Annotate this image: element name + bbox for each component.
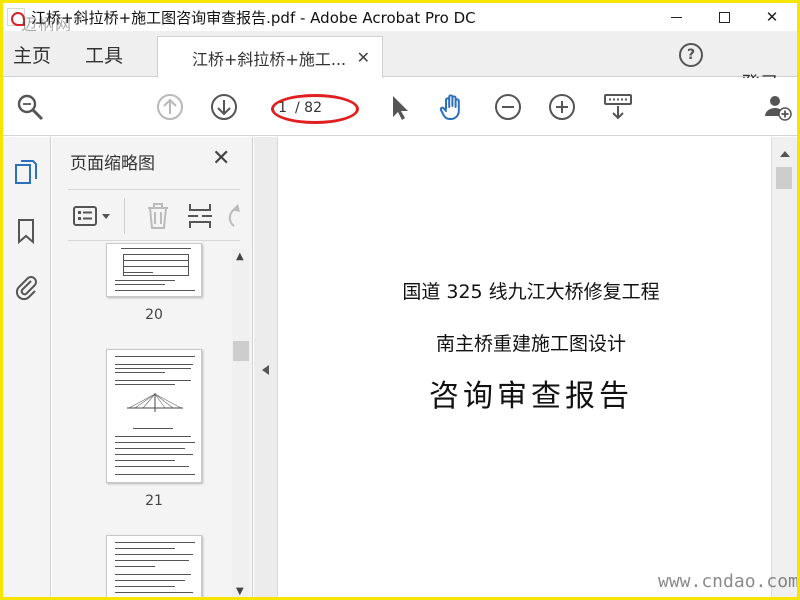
thumbnail-label: 20 (145, 307, 163, 323)
attachment-icon[interactable] (13, 273, 39, 301)
menu-bar: 主页 工具 江桥+斜拉桥+施工... ✕ 登录 (3, 31, 797, 95)
menu-tools[interactable]: 工具 (85, 31, 123, 77)
scroll-up-arrow-icon[interactable]: ▲ (236, 251, 244, 262)
zoom-out-icon[interactable] (493, 92, 523, 122)
thumbnails-close-icon[interactable]: ✕ (212, 146, 230, 171)
document-view[interactable]: 国道 325 线九江大桥修复工程 南主桥重建施工图设计 咨询审查报告 (279, 137, 771, 597)
acrobat-window: 江桥+斜拉桥+施工图咨询审查报告.pdf - Adobe Acrobat Pro… (3, 3, 797, 597)
thumbnails-scrollbar[interactable]: ▲ ▼ (232, 249, 250, 597)
thumbnail-label: 21 (145, 493, 163, 509)
close-window-button[interactable]: ✕ (749, 3, 795, 31)
bookmark-icon[interactable] (13, 217, 39, 245)
page-thumbnails-icon[interactable] (13, 159, 39, 187)
thumbnail-page-20[interactable] (106, 243, 202, 297)
help-icon[interactable]: ? (679, 43, 703, 67)
maximize-icon (718, 11, 730, 23)
thumbnail-options-icon[interactable] (72, 202, 112, 230)
document-heading-line3: 咨询审查报告 (429, 379, 633, 414)
search-icon[interactable] (15, 92, 45, 122)
document-scroll-up-icon[interactable] (780, 151, 790, 157)
delete-trash-icon[interactable] (144, 202, 172, 230)
watermark-bottom: www.cndao.com (658, 571, 797, 592)
minimize-icon (670, 16, 682, 18)
thumbnails-toolbar (68, 189, 240, 241)
maximize-button[interactable] (701, 3, 747, 31)
thumbnails-scroll-thumb[interactable] (233, 341, 249, 361)
scroll-down-arrow-icon[interactable]: ▼ (236, 586, 244, 597)
minimize-button[interactable] (653, 3, 699, 31)
thumbnails-pane: 页面缩略图 ✕ 20 21 ▲ ▼ (52, 137, 253, 597)
add-user-icon[interactable] (763, 92, 793, 122)
thumbnails-pane-title: 页面缩略图 (70, 154, 155, 174)
rotate-page-icon[interactable] (224, 202, 240, 230)
window-title: 江桥+斜拉桥+施工图咨询审查报告.pdf - Adobe Acrobat Pro… (31, 8, 476, 27)
document-tab-label: 江桥+斜拉桥+施工... (192, 49, 347, 69)
hand-tool-icon[interactable] (437, 92, 467, 122)
next-page-icon[interactable] (209, 92, 239, 122)
cable-stayed-bridge-sketch (127, 393, 183, 412)
document-heading-line2: 南主桥重建施工图设计 (435, 333, 626, 355)
tab-close-icon[interactable]: ✕ (357, 48, 370, 67)
zoom-in-icon[interactable] (547, 92, 577, 122)
keyboard-scroll-icon[interactable] (603, 92, 633, 122)
document-scrollbar[interactable] (771, 137, 797, 597)
select-cursor-icon[interactable] (385, 92, 415, 122)
document-scroll-thumb[interactable] (776, 167, 792, 189)
thumbnail-page-21[interactable] (106, 349, 202, 483)
red-annotation-oval (271, 94, 359, 124)
thumbnail-list[interactable]: 20 21 (52, 243, 232, 597)
title-bar: 江桥+斜拉桥+施工图咨询审查报告.pdf - Adobe Acrobat Pro… (3, 3, 797, 34)
document-tab[interactable]: 江桥+斜拉桥+施工... ✕ (157, 36, 383, 78)
pane-collapse-strip[interactable] (254, 137, 278, 597)
toolbar: 1 / 82 (3, 78, 797, 136)
thumbnail-page-22[interactable] (106, 535, 202, 597)
collapse-pane-arrow-icon[interactable] (262, 365, 269, 375)
document-heading-line1: 国道 325 线九江大桥修复工程 (402, 281, 660, 303)
insert-page-icon[interactable] (186, 202, 214, 230)
previous-page-icon[interactable] (155, 92, 185, 122)
navigation-rail (3, 137, 51, 597)
menu-home[interactable]: 主页 (13, 31, 51, 77)
toolbar-divider (124, 198, 125, 234)
